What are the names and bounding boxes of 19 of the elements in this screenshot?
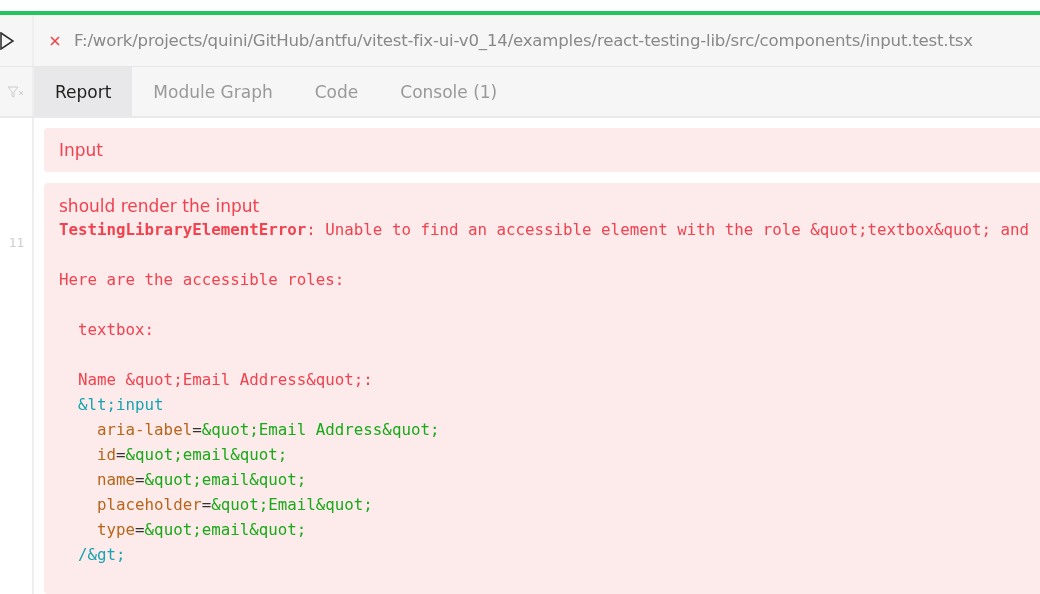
test-name: should render the input <box>59 195 261 217</box>
suite-title: Input <box>44 128 1040 172</box>
error-line: textbox: <box>77 319 155 341</box>
file-path: F:/work/projects/quini/GitHub/antfu/vitest-fix-ui-v0_14/examples/react-testing-lib/src/components/input.test.tsx <box>74 31 973 50</box>
tab[interactable]: Module Graph <box>132 67 294 116</box>
error-line: id=&quot;email&quot; <box>96 444 288 466</box>
error-line: placeholder=&quot;Email&quot; <box>96 494 373 516</box>
error-line: TestingLibraryElementError: Unable to find an accessible element with the role &quot;textbox&quot; and <box>59 219 1030 241</box>
error-line: type=&quot;email&quot; <box>96 519 307 541</box>
error-line: aria-label=&quot;Email Address&quot; <box>96 419 440 441</box>
play-icon[interactable] <box>0 31 14 50</box>
error-line: Name &quot;Email Address&quot;: <box>77 369 373 391</box>
tab[interactable]: Code <box>293 67 380 116</box>
error-line: name=&quot;email&quot; <box>96 469 307 491</box>
tab[interactable]: Console (1) <box>379 67 519 116</box>
error-line: /&gt; <box>77 544 126 566</box>
error-line: Here are the accessible roles: <box>59 269 345 291</box>
tab[interactable]: Report <box>34 67 133 116</box>
error-line: &lt;input <box>77 394 164 416</box>
